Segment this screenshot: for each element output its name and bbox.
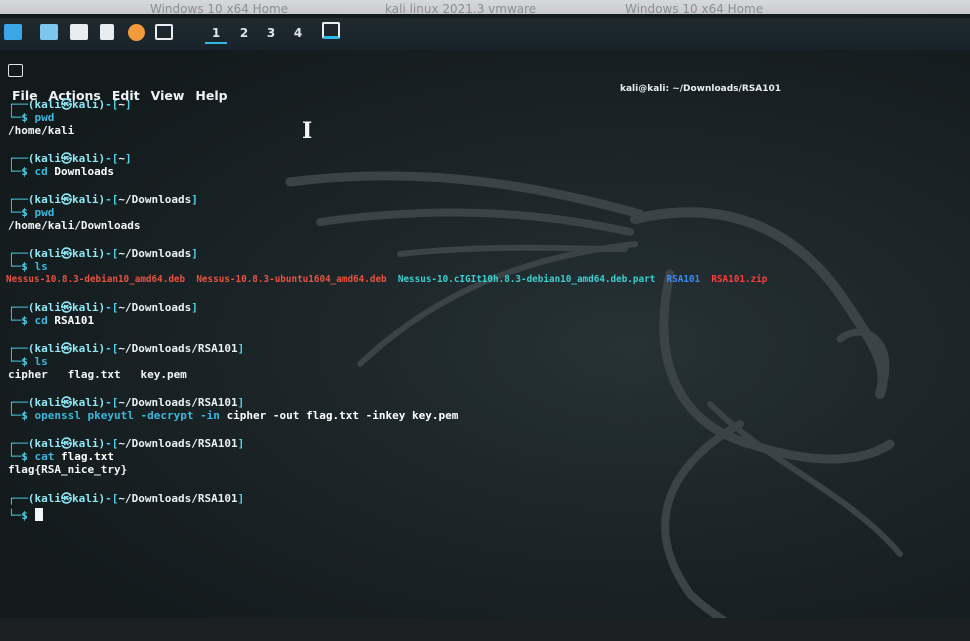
workspace-2[interactable]: 2: [233, 26, 255, 40]
command-line: └─$ cd RSA101: [8, 314, 95, 327]
prompt-line: ┌──(kali㉿kali)-[~/Downloads]: [8, 301, 198, 314]
vm-screen: 1 2 3 4 File Actions Edit View Help kali@kal…: [0, 14, 970, 618]
firefox-icon[interactable]: [128, 24, 145, 41]
prompt-line: ┌──(kali㉿kali)-[~/Downloads/RSA101]: [8, 492, 245, 505]
mouse-ibeam-cursor: I: [302, 118, 313, 144]
file-entry: RSA101.zip: [711, 274, 768, 285]
file-entry: Nessus-10.8.3-ubuntu1604_amd64.deb: [196, 274, 387, 285]
command-line: └─$ pwd: [8, 206, 55, 219]
folder-icon[interactable]: [70, 24, 88, 40]
window-title: kali@kali: ~/Downloads/RSA101: [620, 84, 781, 94]
command-output: /home/kali/Downloads: [8, 219, 141, 232]
terminal-launcher-icon[interactable]: [155, 24, 173, 40]
directory-entry: RSA101: [666, 274, 701, 285]
command-line: └─$ cat flag.txt: [8, 450, 114, 463]
prompt-line: ┌──(kali㉿kali)-[~/Downloads]: [8, 193, 198, 206]
command-output: cipher flag.txt key.pem: [8, 368, 187, 381]
command-output: flag{RSA_nice_try}: [8, 463, 128, 476]
terminal-task-icon[interactable]: [322, 22, 340, 39]
command-line[interactable]: └─$: [8, 508, 43, 522]
command-line: └─$ openssl pkeyutl -decrypt -in cipher …: [8, 409, 459, 422]
prompt-line: ┌──(kali㉿kali)-[~]: [8, 152, 132, 165]
prompt-line: ┌──(kali㉿kali)-[~/Downloads]: [8, 247, 198, 260]
taskbar: 1 2 3 4: [0, 18, 970, 50]
menu-view[interactable]: View: [151, 88, 185, 103]
text-editor-icon[interactable]: [100, 24, 114, 40]
desktop-icon[interactable]: [40, 24, 58, 40]
prompt-line: ┌──(kali㉿kali)-[~/Downloads/RSA101]: [8, 437, 245, 450]
command-line: └─$ cd Downloads: [8, 165, 114, 178]
monitor-bezel: [0, 618, 970, 641]
kali-menu-icon[interactable]: [4, 24, 22, 40]
ls-output: Nessus-10.8.3-debian10_amd64.deb Nessus-…: [6, 273, 767, 286]
prompt-line: ┌──(kali㉿kali)-[~/Downloads/RSA101]: [8, 342, 245, 355]
workspace-4[interactable]: 4: [287, 26, 309, 40]
command-output: /home/kali: [8, 124, 75, 137]
workspace-3[interactable]: 3: [260, 26, 282, 40]
prompt-line: ┌──(kali㉿kali)-[~]: [8, 98, 132, 111]
prompt-line: ┌──(kali㉿kali)-[~/Downloads/RSA101]: [8, 396, 245, 409]
kali-dragon-watermark: [285, 171, 903, 618]
command-line: └─$ ls: [8, 355, 48, 368]
workspace-1[interactable]: 1: [205, 26, 227, 44]
terminal-window-icon: [8, 64, 23, 77]
text-cursor[interactable]: [34, 508, 43, 521]
command-line: └─$ ls: [8, 260, 48, 273]
menu-help[interactable]: Help: [195, 88, 227, 103]
command-line: └─$ pwd: [8, 111, 55, 124]
file-entry: Nessus-10.8.3-debian10_amd64.deb: [6, 274, 186, 285]
file-entry: Nessus-10.cIGIt10h.8.3-debian10_amd64.de…: [397, 274, 656, 285]
